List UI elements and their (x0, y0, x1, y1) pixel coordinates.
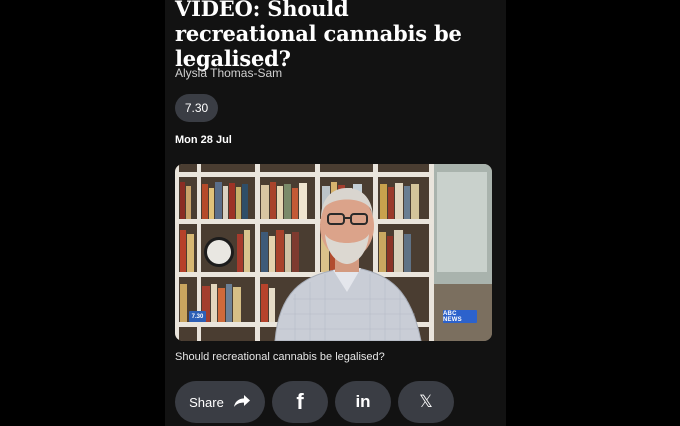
article-author[interactable]: Alysia Thomas-Sam (175, 66, 282, 80)
linkedin-share-button[interactable]: in (335, 381, 391, 423)
share-arrow-icon (233, 394, 251, 411)
video-player[interactable]: 7.30 ABC NEWS (175, 164, 492, 341)
facebook-share-button[interactable]: f (272, 381, 328, 423)
x-icon: 𝕏 (419, 392, 433, 411)
abc-news-logo-badge: ABC NEWS (443, 310, 477, 323)
article-screen: VIDEO: Should recreational cannabis be l… (165, 0, 506, 426)
facebook-icon: f (296, 389, 304, 414)
share-button[interactable]: Share (175, 381, 265, 423)
linkedin-icon: in (355, 392, 371, 411)
video-caption: Should recreational cannabis be legalise… (175, 351, 385, 363)
program-logo-badge: 7.30 (189, 311, 206, 322)
x-share-button[interactable]: 𝕏 (398, 381, 454, 423)
share-button-label: Share (189, 394, 224, 410)
article-date: Mon 28 Jul (175, 134, 232, 146)
article-title: VIDEO: Should recreational cannabis be l… (175, 0, 462, 71)
program-tag-button[interactable]: 7.30 (175, 94, 218, 122)
